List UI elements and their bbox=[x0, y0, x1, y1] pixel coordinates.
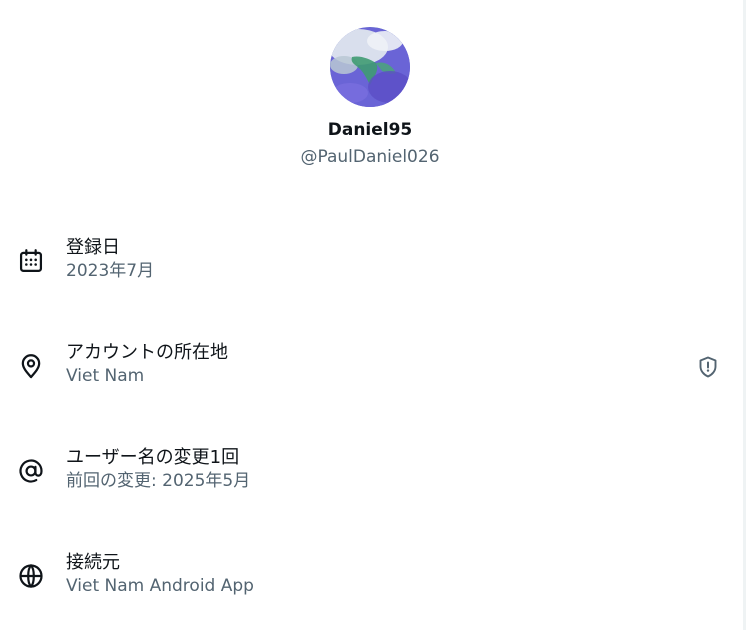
account-info-panel: Daniel95 @PaulDaniel026 登録日 2023年7月 アカウン… bbox=[0, 0, 746, 630]
calendar-icon bbox=[19, 249, 43, 273]
info-value-connected-via: Viet Nam Android App bbox=[66, 576, 254, 596]
info-row-connected-via: 接続元 Viet Nam Android App bbox=[0, 551, 740, 611]
display-name: Daniel95 bbox=[327, 120, 413, 140]
username-handle: @PaulDaniel026 bbox=[300, 147, 440, 167]
at-sign-icon bbox=[19, 459, 43, 483]
location-pin-icon bbox=[21, 354, 41, 379]
info-label-location: アカウントの所在地 bbox=[66, 342, 228, 363]
shield-alert-icon[interactable] bbox=[696, 355, 720, 379]
earth-avatar-image bbox=[330, 27, 410, 107]
info-label-username-changes: ユーザー名の変更1回 bbox=[66, 447, 240, 468]
avatar[interactable] bbox=[330, 27, 410, 107]
info-row-location: アカウントの所在地 Viet Nam bbox=[0, 341, 740, 401]
info-value-location: Viet Nam bbox=[66, 366, 145, 386]
info-row-username-changes: ユーザー名の変更1回 前回の変更: 2025年5月 bbox=[0, 446, 740, 506]
info-label-connected-via: 接続元 bbox=[66, 552, 120, 573]
globe-icon bbox=[19, 563, 43, 589]
profile-header: Daniel95 @PaulDaniel026 bbox=[0, 27, 740, 167]
info-text: ユーザー名の変更1回 前回の変更: 2025年5月 bbox=[66, 446, 250, 492]
info-value-joined: 2023年7月 bbox=[66, 261, 155, 281]
info-text: 登録日 2023年7月 bbox=[66, 236, 154, 282]
info-label-joined: 登録日 bbox=[66, 237, 120, 258]
info-row-joined: 登録日 2023年7月 bbox=[0, 236, 740, 296]
info-value-username-changes: 前回の変更: 2025年5月 bbox=[66, 471, 251, 491]
info-text: アカウントの所在地 Viet Nam bbox=[66, 341, 228, 387]
info-text: 接続元 Viet Nam Android App bbox=[66, 551, 254, 597]
